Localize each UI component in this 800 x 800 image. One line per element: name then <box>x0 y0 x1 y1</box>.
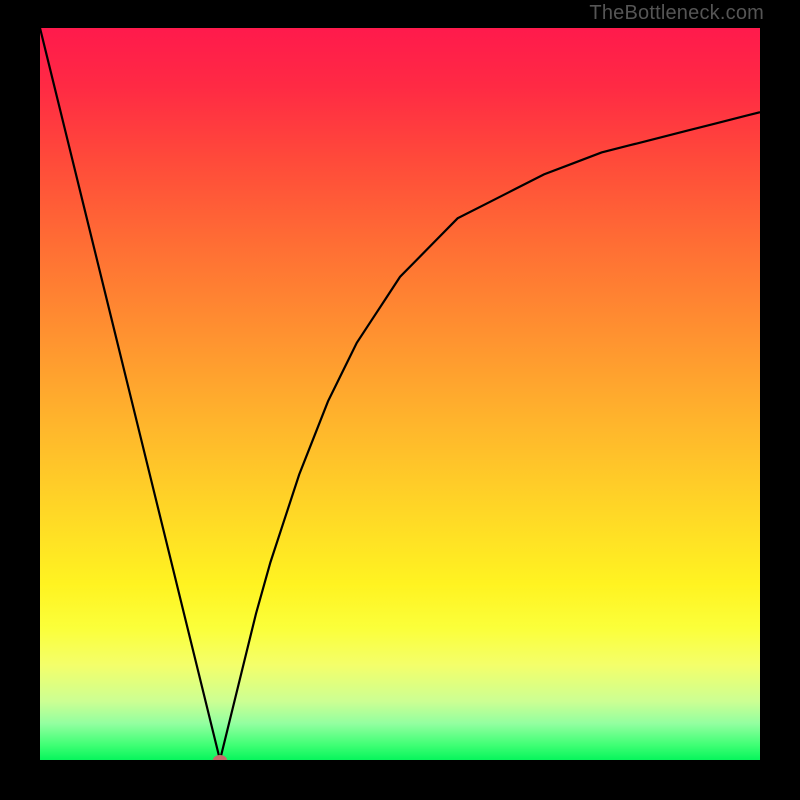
chart-frame: TheBottleneck.com <box>0 0 800 800</box>
plot-area <box>40 28 760 760</box>
bottleneck-curve <box>40 28 760 760</box>
optimum-marker <box>213 755 227 760</box>
attribution-label: TheBottleneck.com <box>589 2 764 25</box>
